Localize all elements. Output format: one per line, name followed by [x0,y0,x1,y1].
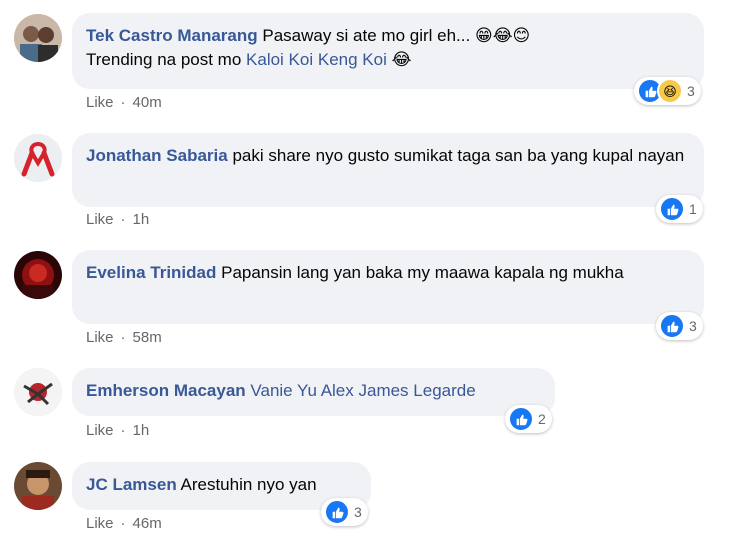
like-icon [324,499,350,525]
emoji-group: 😁😂😊 [474,26,531,46]
comment-author[interactable]: JC Lamsen [86,475,177,494]
reaction-summary[interactable]: 1 [656,195,703,223]
emoji-group: 😂 [391,50,412,70]
comment-time[interactable]: 40m [133,94,162,111]
comment-time[interactable]: 1h [133,211,150,228]
comment-meta: Like · 46m [86,515,162,533]
comment-bubble: Jonathan Sabaria paki share nyo gusto su… [72,133,704,207]
reaction-summary[interactable]: 3 [656,312,703,340]
like-icon [659,313,685,339]
haha-icon: 😆 [657,78,683,104]
comment-text: Papansin lang yan baka my maawa kapala n… [221,263,624,282]
comment-time[interactable]: 58m [133,329,162,346]
separator-dot: · [120,515,126,532]
comment-bubble: Evelina Trinidad Papansin lang yan baka … [72,250,704,324]
comment-author[interactable]: Tek Castro Manarang [86,26,258,45]
like-icon [508,406,534,432]
comment-text: Pasaway si ate mo girl eh... [262,26,471,45]
reaction-count: 1 [689,201,697,217]
reaction-summary[interactable]: 3 [321,498,368,526]
avatar[interactable] [14,251,62,299]
comment-time[interactable]: 1h [133,422,150,439]
reaction-count: 3 [687,83,695,99]
reaction-count: 3 [689,318,697,334]
comment-author[interactable]: Emherson Macayan [86,381,246,400]
comment-text: Trending na post mo [86,50,242,69]
separator-dot: · [120,94,126,111]
comment-text: paki share nyo gusto sumikat taga san ba… [232,146,685,165]
like-button[interactable]: Like [86,422,114,439]
avatar[interactable] [14,134,62,182]
separator-dot: · [120,422,126,439]
reaction-count: 2 [538,411,546,427]
like-button[interactable]: Like [86,515,114,532]
comment-author[interactable]: Evelina Trinidad [86,263,216,282]
like-button[interactable]: Like [86,329,114,346]
reaction-summary[interactable]: 2 [505,405,552,433]
like-button[interactable]: Like [86,94,114,111]
comment-meta: Like · 58m [86,329,162,347]
tagged-user[interactable]: Kaloi Koi Keng Koi [246,50,387,69]
comment-bubble: Emherson Macayan Vanie Yu Alex James Leg… [72,368,555,416]
comment-author[interactable]: Jonathan Sabaria [86,146,228,165]
comment-time[interactable]: 46m [133,515,162,532]
avatar[interactable] [14,462,62,510]
reaction-summary[interactable]: 😆 3 [634,77,701,105]
like-button[interactable]: Like [86,211,114,228]
comment-text: Arestuhin nyo yan [180,475,317,494]
separator-dot: · [120,329,126,346]
avatar[interactable] [14,368,62,416]
like-icon [659,196,685,222]
reaction-count: 3 [354,504,362,520]
comment-meta: Like · 40m [86,94,162,112]
comment-meta: Like · 1h [86,422,149,440]
separator-dot: · [120,211,126,228]
tagged-user[interactable]: Vanie Yu Alex James Legarde [250,381,475,400]
comment-meta: Like · 1h [86,211,149,229]
avatar[interactable] [14,14,62,62]
comment-bubble: Tek Castro Manarang Pasaway si ate mo gi… [72,13,704,89]
